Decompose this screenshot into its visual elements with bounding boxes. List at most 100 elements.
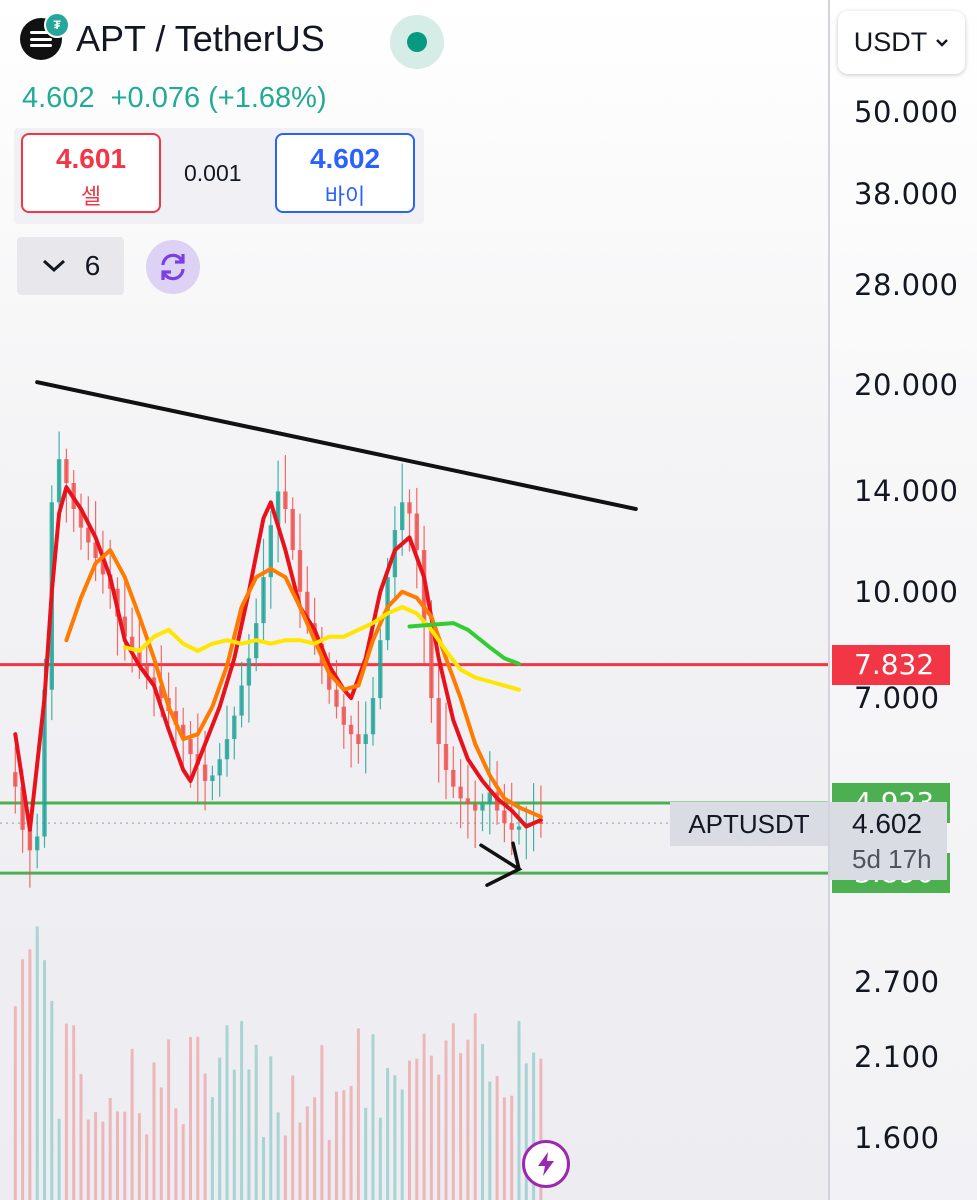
candle — [341, 706, 346, 725]
candle — [290, 508, 295, 551]
volume-bar — [247, 1069, 251, 1200]
volume-bar — [79, 1073, 83, 1200]
volume-bar — [269, 1056, 273, 1200]
candle — [283, 491, 288, 509]
volume-bar — [174, 1108, 178, 1200]
market-status-indicator[interactable] — [390, 15, 444, 69]
arrow-annotation — [479, 841, 523, 887]
candle — [414, 513, 419, 551]
candle — [239, 685, 244, 716]
candle — [232, 715, 237, 740]
volume-bar — [64, 1023, 68, 1200]
moving-average-line — [64, 548, 543, 819]
candle — [451, 769, 456, 787]
volume-bar — [21, 959, 25, 1200]
candle — [246, 658, 252, 686]
volume-bar — [167, 1039, 171, 1200]
candle — [27, 829, 33, 851]
tether-badge-icon: ₮ — [44, 12, 70, 38]
candle — [64, 459, 69, 484]
volume-bar — [422, 1033, 426, 1200]
chevron-down-icon — [936, 38, 949, 47]
volume-bar — [116, 1111, 119, 1200]
volume-bar — [108, 1097, 112, 1200]
market-open-dot-icon — [407, 32, 427, 52]
candle — [210, 775, 215, 781]
volume-bar — [210, 1097, 214, 1200]
buy-label: 바이 — [324, 184, 366, 209]
volume-bar — [28, 949, 32, 1200]
currency-label: USDT — [853, 27, 928, 57]
buy-button[interactable]: 4.602 바이 — [275, 133, 415, 213]
price-change: +0.076 (+1.68%) — [110, 82, 327, 114]
volume-bar — [517, 1021, 521, 1200]
price-axis[interactable]: 50.000 38.000 28.000 20.000 14.000 10.000 7.00… — [828, 0, 977, 1200]
candle — [473, 804, 478, 811]
buy-price: 4.602 — [309, 143, 381, 174]
moving-average-line — [407, 621, 521, 666]
axis-tick-label: 7.000 — [854, 681, 940, 716]
candle — [356, 734, 361, 745]
candle — [202, 764, 208, 781]
sell-price: 4.601 — [55, 143, 127, 174]
candle — [443, 744, 449, 770]
volume-bar — [495, 1075, 499, 1200]
volume-bar — [13, 1006, 17, 1200]
candle — [436, 698, 441, 745]
volume-bar — [327, 1139, 331, 1200]
candle — [217, 759, 222, 776]
candle — [370, 698, 376, 735]
volume-bar — [262, 1137, 265, 1200]
volume-bar — [218, 1057, 222, 1200]
volume-bar — [444, 1040, 448, 1200]
volume-bar — [488, 1081, 492, 1200]
volume-bar — [137, 1113, 141, 1200]
volume-bar — [502, 1097, 506, 1200]
volume-bar — [481, 1043, 484, 1200]
lightning-icon — [538, 1152, 554, 1176]
volume-bar — [356, 1028, 360, 1200]
volume-bar — [35, 926, 39, 1200]
axis-tick-label: 28.000 — [854, 267, 959, 302]
refresh-button[interactable] — [146, 240, 200, 294]
indicators-toggle[interactable]: 6 — [17, 237, 124, 295]
candle — [35, 836, 40, 851]
sell-button[interactable]: 4.601 셀 — [21, 133, 161, 213]
symbol-header[interactable]: ₮ APT / TetherUS — [20, 12, 325, 60]
volume-bar — [298, 1122, 302, 1200]
volume-bar — [57, 1118, 61, 1200]
volume-bar — [408, 1060, 411, 1200]
candle — [480, 804, 485, 811]
volume-bar — [415, 1058, 419, 1200]
last-price-axis-label: 4.602 5d 17h — [830, 802, 947, 880]
volume-bar — [181, 1124, 185, 1200]
volume-bar — [159, 1087, 163, 1200]
currency-dropdown[interactable]: USDT — [838, 11, 965, 74]
candle — [363, 734, 368, 745]
volume-bar — [276, 1112, 280, 1200]
volume-bar — [349, 1085, 353, 1200]
last-price-axis-value: 4.602 — [852, 808, 923, 839]
volume-bar — [305, 1106, 309, 1200]
symbol-title[interactable]: APT / TetherUS — [76, 18, 325, 60]
volume-bar — [86, 1119, 90, 1200]
volume-bar — [50, 1001, 54, 1200]
chevron-down-icon — [42, 259, 65, 273]
volume-bar — [225, 1025, 229, 1200]
axis-tick-label: 2.700 — [854, 965, 940, 1000]
volume-bar — [473, 1013, 477, 1200]
volume-bar — [386, 1067, 390, 1200]
candle — [13, 772, 18, 787]
volume-bar — [196, 1036, 200, 1200]
quick-trade-button[interactable] — [522, 1140, 570, 1188]
volume-bar — [393, 1075, 397, 1200]
refresh-icon — [161, 253, 185, 281]
candle — [56, 459, 62, 503]
candle — [188, 739, 193, 755]
candle — [334, 689, 339, 707]
axis-tick-label: 20.000 — [854, 368, 959, 403]
axis-tick-label: 2.100 — [854, 1039, 940, 1074]
candle — [224, 739, 230, 760]
volume-bar — [203, 1073, 207, 1200]
volume-bar — [459, 1053, 463, 1200]
